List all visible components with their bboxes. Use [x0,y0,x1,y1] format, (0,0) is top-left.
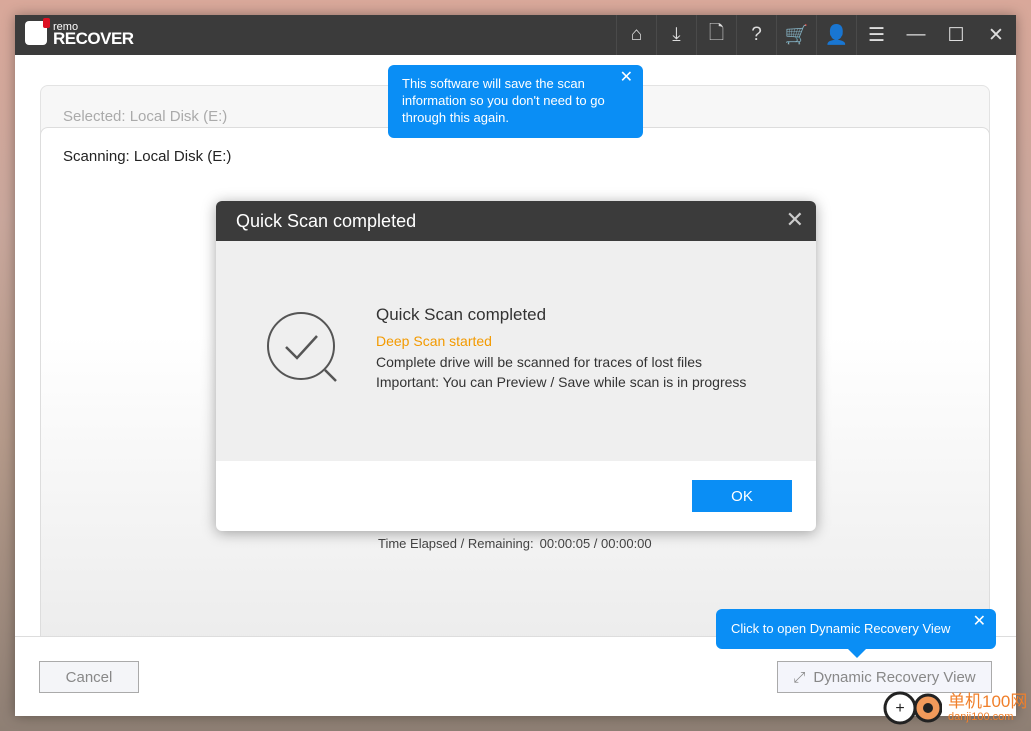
add-file-button[interactable]: 🗋 [696,15,736,55]
minimize-icon: — [906,24,926,45]
logo: remo RECOVER [25,18,134,48]
quick-scan-dialog: Quick Scan completed ✕ Quick Scan complet… [216,201,816,531]
dialog-line-1: Complete drive will be scanned for trace… [376,354,703,370]
close-button[interactable]: ✕ [976,15,1016,55]
add-file-icon: 🗋 [708,23,725,44]
home-button[interactable]: ⌂ [616,15,656,55]
cart-icon: 🛒 [784,25,809,46]
dynamic-recovery-label: Dynamic Recovery View [813,668,976,686]
close-icon[interactable]: ✕ [973,613,986,630]
menu-icon: ☰ [867,24,886,46]
watermark: + 单机100网 danji100.com [880,688,1027,728]
maximize-icon: ☐ [947,24,965,46]
time-value: 00:00:05 / 00:00:00 [539,536,652,551]
import-button[interactable]: ⤓ [656,15,696,55]
logo-text-bottom: RECOVER [53,29,134,48]
save-scan-tooltip: This software will save the scan informa… [388,65,643,138]
close-icon[interactable]: ✕ [620,69,633,86]
dialog-close-icon[interactable]: ✕ [786,207,804,233]
deep-scan-status: Deep Scan started [376,333,492,349]
scan-complete-check-icon [267,312,337,382]
svg-text:+: + [895,700,904,717]
watermark-logo-icon: + [883,691,942,725]
ok-button[interactable]: OK [692,480,792,512]
watermark-cn: 单机100网 [948,691,1028,711]
import-icon: ⤓ [672,24,681,45]
dialog-title: Quick Scan completed [236,210,417,231]
dialog-header: Quick Scan completed ✕ [216,201,816,241]
maximize-button[interactable]: ☐ [936,15,976,55]
scanning-label: Scanning: Local Disk (E:) [63,148,232,165]
dialog-body: Quick Scan completed Deep Scan started C… [216,241,816,461]
user-button[interactable]: 👤 [816,15,856,55]
minimize-button[interactable]: — [896,15,936,55]
dialog-line-2: Important: You can Preview / Save while … [376,374,747,390]
cart-button[interactable]: 🛒 [776,15,816,55]
tooltip-text: Click to open Dynamic Recovery View [731,621,951,636]
cancel-button[interactable]: Cancel [39,661,139,693]
toolbar: ⌂ ⤓ 🗋? 🛒 👤 ☰ — ☐ ✕ [616,15,1016,55]
help-button[interactable]: ? [736,15,776,55]
expand-icon: ⤢ [793,668,806,686]
selected-label: Selected: Local Disk (E:) [63,108,228,125]
tooltip-text: This software will save the scan informa… [402,76,605,125]
time-elapsed: Time Elapsed / Remaining: 00:00:05 / 00:0… [378,536,652,551]
watermark-url: danji100.com [948,710,1014,723]
help-icon: ? [751,24,762,45]
home-icon: ⌂ [630,24,643,45]
title-bar: remo RECOVER ⌂ ⤓ 🗋? 🛒 👤 ☰ — ☐ ✕ [15,15,1016,55]
user-icon: 👤 [824,25,849,46]
dynamic-view-tooltip: Click to open Dynamic Recovery View ✕ [716,609,996,658]
close-icon: ✕ [988,24,1004,46]
time-label: Time Elapsed / Remaining: [378,536,534,551]
dialog-heading: Quick Scan completed [376,305,547,324]
menu-button[interactable]: ☰ [856,15,896,55]
logo-icon [25,18,50,45]
